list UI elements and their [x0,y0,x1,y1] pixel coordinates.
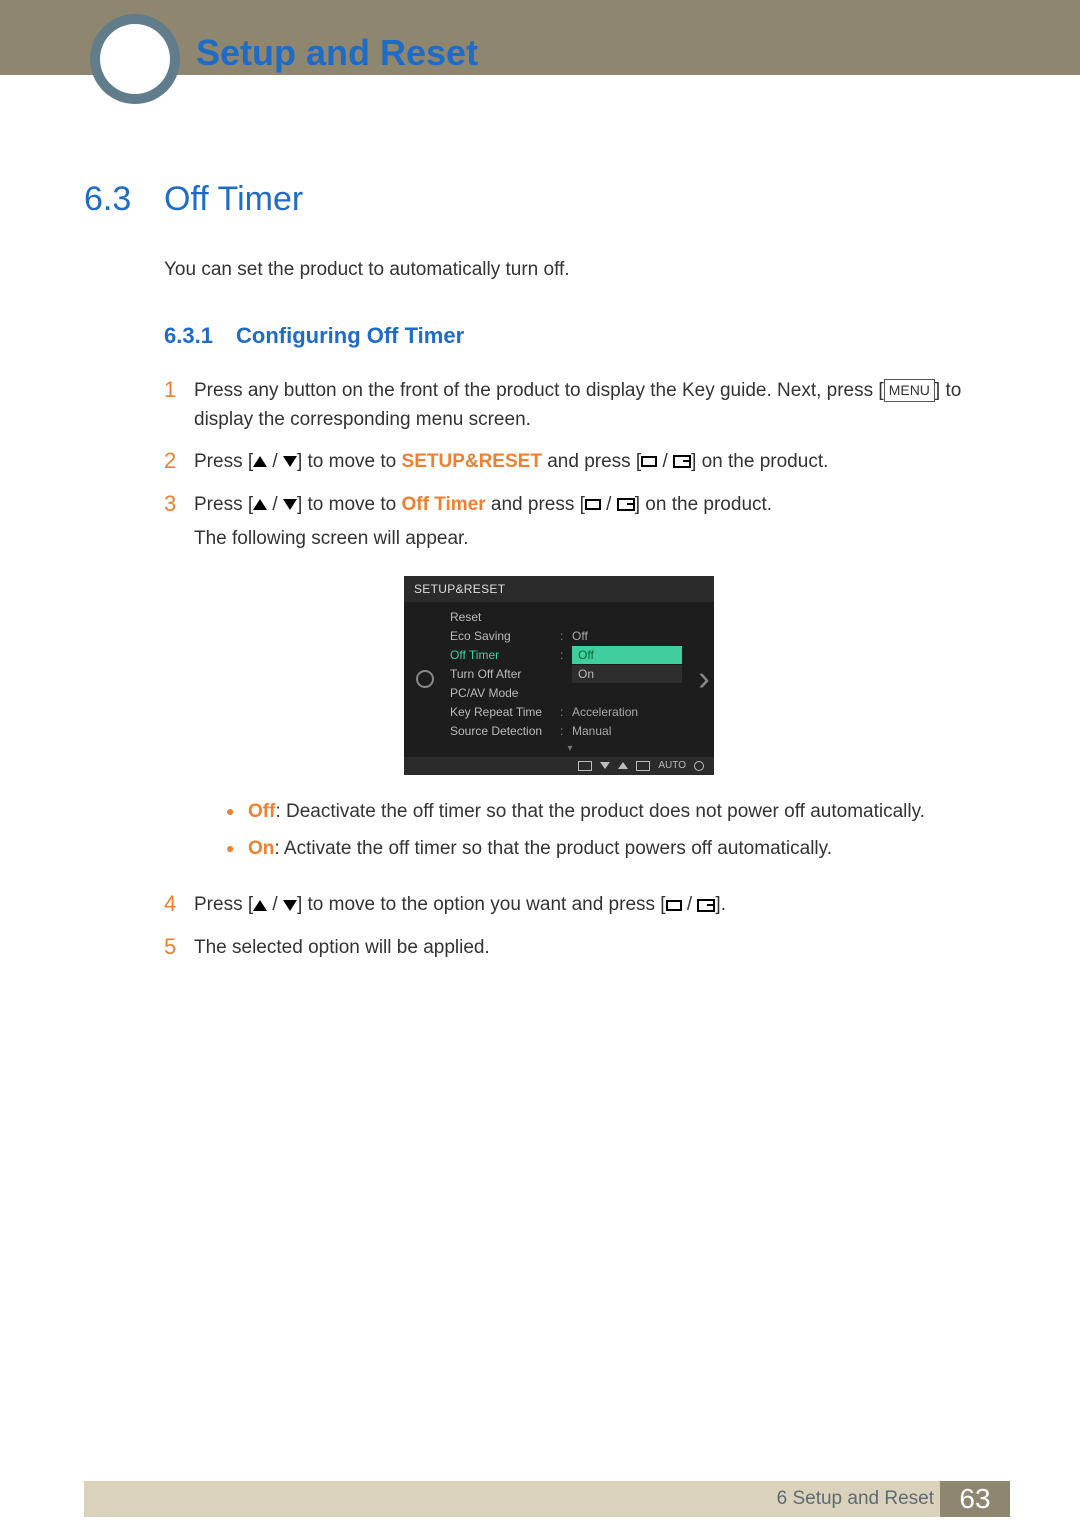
bullet-off-label: Off [248,801,275,822]
step-number: 1 [164,377,194,434]
chapter-title: Setup and Reset [196,32,478,74]
up-arrow-icon [618,762,628,769]
subsection-number: 6.3.1 [164,323,236,349]
step2-text-d: ] on the product. [691,451,828,472]
osd-screenshot: SETUP&RESET Reset Eco Saving:Off Off Tim… [404,576,714,775]
enter-icon [617,498,635,511]
step2-highlight: SETUP&RESET [402,451,542,472]
osd-footer: AUTO [404,757,714,775]
step3-text-a: Press [ [194,494,253,515]
osd-option-off: Off [572,646,682,664]
down-arrow-icon [283,456,297,467]
bullet-icon: ● [226,834,248,863]
bullet-off-text: : Deactivate the off timer so that the p… [275,801,925,822]
osd-row-eco: Eco Saving [450,627,560,645]
page-number: 63 [940,1481,1010,1517]
step2-text-a: Press [ [194,451,253,472]
step5-text: The selected option will be applied. [194,934,490,963]
bullet-icon: ● [226,797,248,826]
step-3: 3 Press [ / ] to move to Off Timer and p… [164,491,996,878]
osd-row-srcdet: Source Detection [450,722,560,740]
bullet-on: ● On: Activate the off timer so that the… [226,834,925,863]
menu-key-icon: MENU [884,379,935,402]
enter-icon [636,761,650,771]
step4-text-b: ] to move to the option you want and pre… [297,894,666,915]
chapter-badge-icon [90,14,180,104]
bullet-on-label: On [248,838,274,859]
step-2: 2 Press [ / ] to move to SETUP&RESET and… [164,448,996,477]
step-number: 4 [164,891,194,920]
up-arrow-icon [253,499,267,510]
step-number: 2 [164,448,194,477]
step1-text-a: Press any button on the front of the pro… [194,380,884,401]
osd-row-krt: Key Repeat Time [450,703,560,721]
step4-text-c: ]. [715,894,726,915]
source-icon [641,456,657,467]
osd-title: SETUP&RESET [404,576,714,602]
osd-eco-value: Off [572,627,588,645]
up-arrow-icon [253,900,267,911]
step-1: 1 Press any button on the front of the p… [164,377,996,434]
up-arrow-icon [253,456,267,467]
gear-icon [416,670,434,688]
step-4: 4 Press [ / ] to move to the option you … [164,891,996,920]
step2-text-b: ] to move to [297,451,402,472]
osd-row-offtimer: Off Timer [450,646,560,664]
step3-text-d: ] on the product. [635,494,772,515]
bullet-off: ● Off: Deactivate the off timer so that … [226,797,925,826]
section-number: 6.3 [84,180,164,219]
footer-chapter: 6 Setup and Reset [84,1481,950,1517]
down-arrow-icon [600,762,610,769]
down-arrow-icon [283,900,297,911]
step4-text-a: Press [ [194,894,253,915]
down-arrow-icon [283,499,297,510]
osd-krt-value: Acceleration [572,703,638,721]
source-icon [666,900,682,911]
power-icon [694,761,704,771]
step3-after: The following screen will appear. [194,525,925,554]
section-title: Off Timer [164,180,303,219]
enter-icon [697,899,715,912]
back-icon [578,761,592,771]
step3-text-b: ] to move to [297,494,402,515]
osd-srcdet-value: Manual [572,722,611,740]
osd-row-pcav: PC/AV Mode [450,684,560,702]
osd-row-turnoff: Turn Off After [450,665,560,683]
step2-text-c: and press [ [542,451,641,472]
subsection-title: Configuring Off Timer [236,323,464,349]
source-icon [585,499,601,510]
section-lead: You can set the product to automatically… [164,259,996,281]
bullet-on-text: : Activate the off timer so that the pro… [274,838,832,859]
step-number: 3 [164,491,194,878]
enter-icon [673,455,691,468]
osd-auto-label: AUTO [658,758,686,773]
osd-row-reset: Reset [450,608,560,626]
osd-option-on: On [572,665,682,683]
step3-text-c: and press [ [486,494,585,515]
step-number: 5 [164,934,194,963]
chevron-down-icon: ▾ [446,741,694,751]
step3-highlight: Off Timer [402,494,486,515]
step-5: 5 The selected option will be applied. [164,934,996,963]
